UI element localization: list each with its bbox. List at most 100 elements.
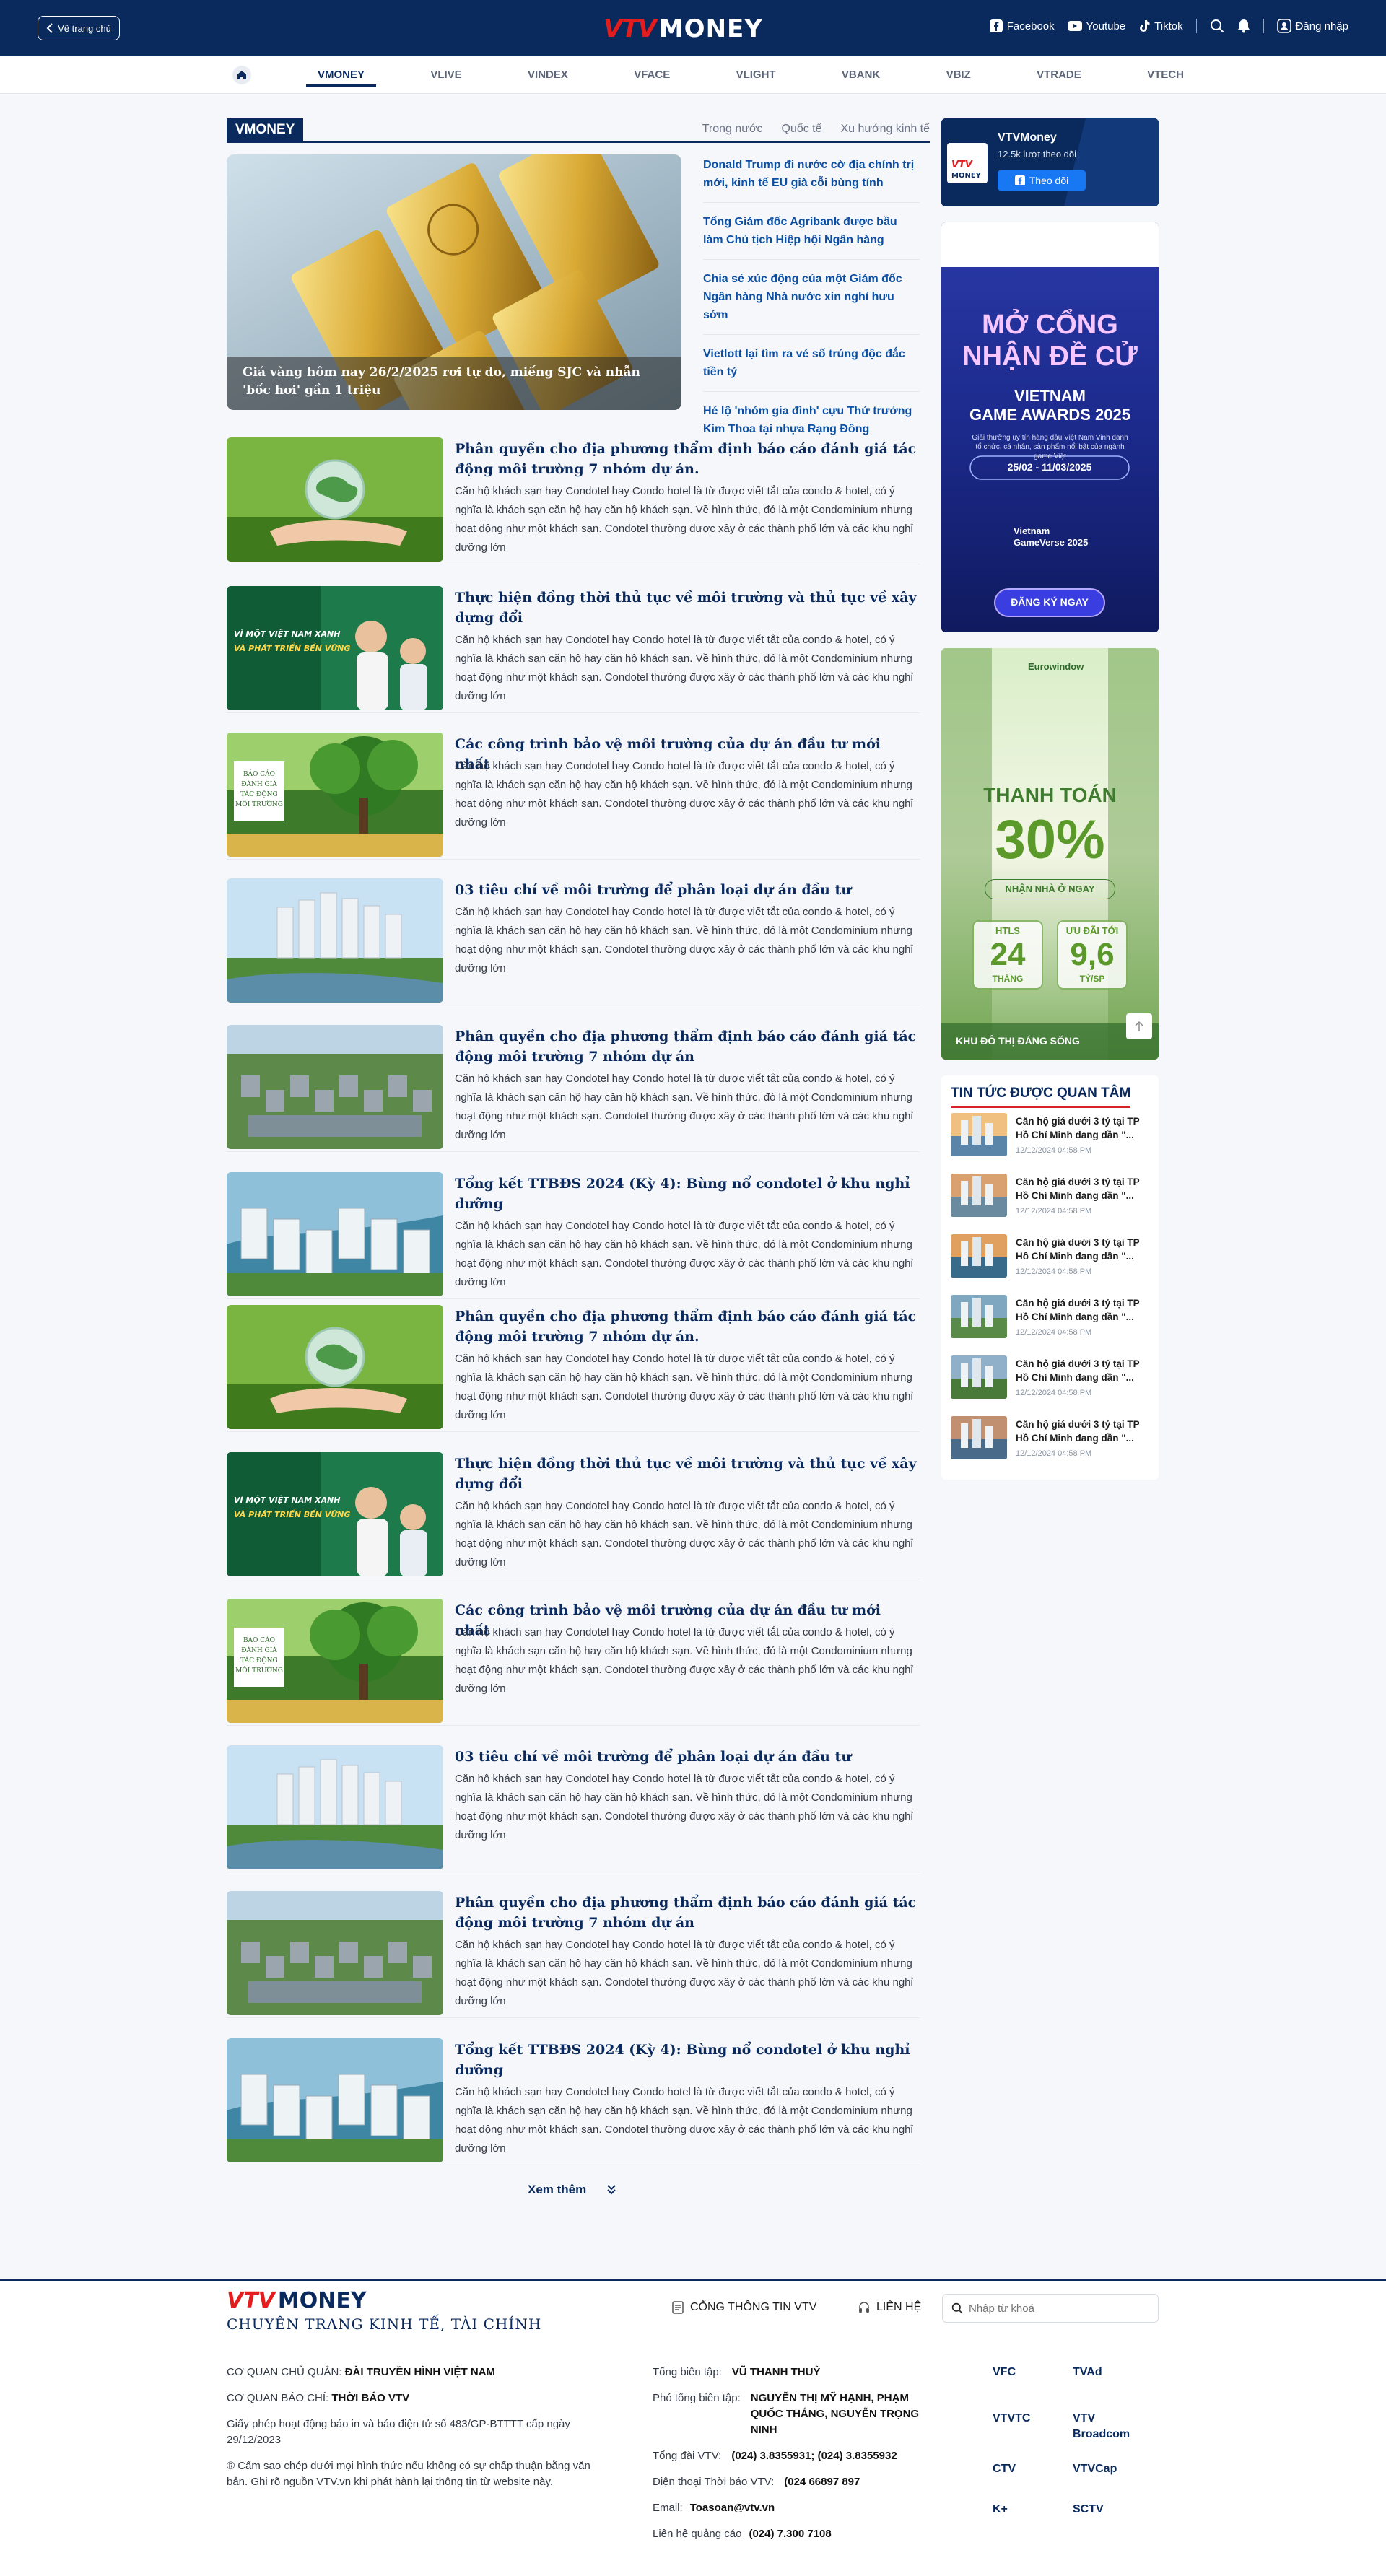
tab-international[interactable]: Quốc tế <box>781 123 821 136</box>
article-title[interactable]: 03 tiêu chí về môi trường để phân loại d… <box>455 880 920 900</box>
login-button[interactable]: Đăng nhập <box>1276 19 1348 33</box>
related-item[interactable]: Căn hộ giá dưới 3 tỷ tại TP Hồ Chí Minh … <box>951 1234 1153 1285</box>
article-item[interactable]: Tổng kết TTBĐS 2024 (Kỳ 4): Bùng nổ cond… <box>227 1172 920 1299</box>
ad-cta-button[interactable]: ĐĂNG KÝ NGAY <box>995 596 1104 608</box>
article-title[interactable]: Phân quyền cho địa phương thẩm định báo … <box>455 439 920 479</box>
side-news-link[interactable]: Vietlott lại tìm ra vé số trúng độc đắc … <box>703 344 920 392</box>
game-awards-ad[interactable]: MỞ CỔNG NHẬN ĐỀ CỬ VIETNAM GAME AWARDS 2… <box>941 222 1159 632</box>
related-item-title[interactable]: Căn hộ giá dưới 3 tỷ tại TP Hồ Chí Minh … <box>1016 1296 1153 1324</box>
facebook-link[interactable]: Facebook <box>989 19 1055 32</box>
related-item[interactable]: Căn hộ giá dưới 3 tỷ tại TP Hồ Chí Minh … <box>951 1355 1153 1406</box>
article-description: Căn hộ khách sạn hay Condotel hay Condo … <box>455 2086 913 2154</box>
related-item-title[interactable]: Căn hộ giá dưới 3 tỷ tại TP Hồ Chí Minh … <box>1016 1357 1153 1384</box>
partner-kplus[interactable]: K+ <box>993 2502 1008 2518</box>
hero-article[interactable]: Giá vàng hôm nay 26/2/2025 rơi tự do, mi… <box>227 154 681 410</box>
partner-vtvcap[interactable]: VTVCap <box>1073 2461 1117 2477</box>
follow-button[interactable]: Theo dõi <box>998 170 1086 191</box>
nav-item-vtrade[interactable]: VTRADE <box>1025 56 1093 94</box>
back-home-button[interactable]: Về trang chủ <box>38 16 120 40</box>
article-thumbnail[interactable] <box>227 1172 443 1296</box>
article-title[interactable]: Phân quyền cho địa phương thẩm định báo … <box>455 1892 920 1933</box>
article-title[interactable]: Phân quyền cho địa phương thẩm định báo … <box>455 1026 920 1067</box>
article-thumbnail[interactable] <box>227 1891 443 2015</box>
youtube-link[interactable]: Youtube <box>1067 20 1125 32</box>
notification-button[interactable] <box>1237 19 1250 33</box>
nav-home-button[interactable] <box>232 66 251 84</box>
article-title[interactable]: 03 tiêu chí về môi trường để phân loại d… <box>455 1747 920 1767</box>
search-icon <box>1210 19 1224 33</box>
nav-item-vface[interactable]: VFACE <box>622 56 681 94</box>
article-title[interactable]: Tổng kết TTBĐS 2024 (Kỳ 4): Bùng nổ cond… <box>455 2040 920 2080</box>
tiktok-link[interactable]: Tiktok <box>1138 19 1183 32</box>
partner-ctv[interactable]: CTV <box>993 2461 1016 2477</box>
site-footer: VTV MONEY CHUYÊN TRANG KINH TẾ, TÀI CHÍN… <box>0 2279 1386 2576</box>
nav-item-vlight[interactable]: VLIGHT <box>725 56 788 94</box>
article-item[interactable]: Tổng kết TTBĐS 2024 (Kỳ 4): Bùng nổ cond… <box>227 2038 920 2165</box>
article-title[interactable]: Tổng kết TTBĐS 2024 (Kỳ 4): Bùng nổ cond… <box>455 1174 920 1214</box>
related-item-title[interactable]: Căn hộ giá dưới 3 tỷ tại TP Hồ Chí Minh … <box>1016 1418 1153 1445</box>
side-news-link[interactable]: Chia sẻ xúc động của một Giám đốc Ngân h… <box>703 268 920 335</box>
nav-item-vtech[interactable]: VTECH <box>1136 56 1195 94</box>
article-item[interactable]: Phân quyền cho địa phương thẩm định báo … <box>227 1025 920 1152</box>
related-item-title[interactable]: Căn hộ giá dưới 3 tỷ tại TP Hồ Chí Minh … <box>1016 1114 1153 1142</box>
article-item[interactable]: VÌ MỘT VIỆT NAM XANH VÀ PHÁT TRIỂN BỀN VỮ… <box>227 586 920 713</box>
related-item[interactable]: Căn hộ giá dưới 3 tỷ tại TP Hồ Chí Minh … <box>951 1295 1153 1345</box>
related-item-title[interactable]: Căn hộ giá dưới 3 tỷ tại TP Hồ Chí Minh … <box>1016 1236 1153 1263</box>
partner-vtvtc[interactable]: VTVTC <box>993 2411 1030 2427</box>
article-item[interactable]: 03 tiêu chí về môi trường để phân loại d… <box>227 1745 920 1872</box>
partner-vtv-broadcom[interactable]: VTV Broadcom <box>1073 2411 1152 2442</box>
article-thumbnail[interactable]: BÁO CÁO ĐÁNH GIÁ TÁC ĐỘNG MÔI TRƯỜNG <box>227 733 443 857</box>
side-news-link[interactable]: Tổng Giám đốc Agribank được bầu làm Chủ … <box>703 211 920 260</box>
article-title[interactable]: Thực hiện đồng thời thủ tục về môi trườn… <box>455 588 920 628</box>
search-button[interactable] <box>1210 19 1224 33</box>
article-thumbnail[interactable] <box>227 437 443 562</box>
article-thumbnail[interactable] <box>227 1745 443 1869</box>
article-item[interactable]: VÌ MỘT VIỆT NAM XANH VÀ PHÁT TRIỂN BỀN VỮ… <box>227 1452 920 1579</box>
fanpage-widget[interactable]: VTV MONEY VTVMoney 12.5k lượt theo dõi T… <box>941 118 1159 206</box>
article-item[interactable]: Phân quyền cho địa phương thẩm định báo … <box>227 1305 920 1432</box>
article-item[interactable]: 03 tiêu chí về môi trường để phân loại d… <box>227 878 920 1005</box>
article-description: Căn hộ khách sạn hay Condotel hay Condo … <box>455 634 913 702</box>
footer-search[interactable] <box>942 2294 1159 2323</box>
related-item[interactable]: Căn hộ giá dưới 3 tỷ tại TP Hồ Chí Minh … <box>951 1416 1153 1467</box>
nav-item-vbank[interactable]: VBANK <box>830 56 892 94</box>
scroll-top-button[interactable] <box>1126 1013 1152 1039</box>
footer-search-input[interactable] <box>969 2302 1142 2315</box>
section-tag[interactable]: VMONEY <box>227 118 304 141</box>
nav-item-vbiz[interactable]: VBIZ <box>935 56 982 94</box>
tab-economic-trends[interactable]: Xu hướng kinh tế <box>841 123 930 136</box>
contact-link[interactable]: LIÊN HỆ <box>858 2301 921 2314</box>
related-item[interactable]: Căn hộ giá dưới 3 tỷ tại TP Hồ Chí Minh … <box>951 1174 1153 1224</box>
nav-item-vmoney[interactable]: VMONEY <box>306 56 377 94</box>
article-item[interactable]: Phân quyền cho địa phương thẩm định báo … <box>227 437 920 564</box>
photo-shape <box>972 1237 981 1266</box>
article-item[interactable]: BÁO CÁO ĐÁNH GIÁ TÁC ĐỘNG MÔI TRƯỜNG Các côn… <box>227 1599 920 1726</box>
article-thumbnail[interactable] <box>227 1025 443 1149</box>
thumbnail-shape <box>241 1942 260 1963</box>
load-more-button[interactable]: Xem thêm <box>528 2183 616 2197</box>
real-estate-ad[interactable]: Eurowindow THANH TOÁN 30% NHẬN NHÀ Ở NGA… <box>941 648 1159 1060</box>
site-logo[interactable]: VTV MONEY <box>603 14 763 43</box>
article-thumbnail[interactable]: VÌ MỘT VIỆT NAM XANH VÀ PHÁT TRIỂN BỀN VỮ… <box>227 1452 443 1576</box>
partner-sctv[interactable]: SCTV <box>1073 2502 1104 2518</box>
article-thumbnail[interactable]: BÁO CÁO ĐÁNH GIÁ TÁC ĐỘNG MÔI TRƯỜNG <box>227 1599 443 1723</box>
article-thumbnail[interactable]: VÌ MỘT VIỆT NAM XANH VÀ PHÁT TRIỂN BỀN VỮ… <box>227 586 443 710</box>
article-item[interactable]: Phân quyền cho địa phương thẩm định báo … <box>227 1891 920 2018</box>
nav-item-vlive[interactable]: VLIVE <box>419 56 473 94</box>
email-value[interactable]: Toasoan@vtv.vn <box>690 2500 775 2516</box>
article-title[interactable]: Thực hiện đồng thời thủ tục về môi trườn… <box>455 1454 920 1494</box>
partner-vfc[interactable]: VFC <box>993 2365 1016 2380</box>
footer-logo[interactable]: VTV MONEY <box>227 2288 367 2313</box>
article-title[interactable]: Phân quyền cho địa phương thẩm định báo … <box>455 1306 920 1347</box>
tab-domestic[interactable]: Trong nước <box>702 123 763 136</box>
article-thumbnail[interactable] <box>227 1305 443 1429</box>
article-item[interactable]: BÁO CÁO ĐÁNH GIÁ TÁC ĐỘNG MÔI TRƯỜNG Các côn… <box>227 733 920 860</box>
vtv-portal-link[interactable]: CỔNG THÔNG TIN VTV <box>671 2301 816 2314</box>
side-news-link[interactable]: Donald Trump đi nước cờ địa chính trị mớ… <box>703 154 920 203</box>
article-thumbnail[interactable] <box>227 2038 443 2162</box>
related-item[interactable]: Căn hộ giá dưới 3 tỷ tại TP Hồ Chí Minh … <box>951 1113 1153 1163</box>
article-thumbnail[interactable] <box>227 878 443 1003</box>
related-item-title[interactable]: Căn hộ giá dưới 3 tỷ tại TP Hồ Chí Minh … <box>1016 1175 1153 1202</box>
nav-item-vindex[interactable]: VINDEX <box>516 56 580 94</box>
partner-tvad[interactable]: TVAd <box>1073 2365 1102 2380</box>
